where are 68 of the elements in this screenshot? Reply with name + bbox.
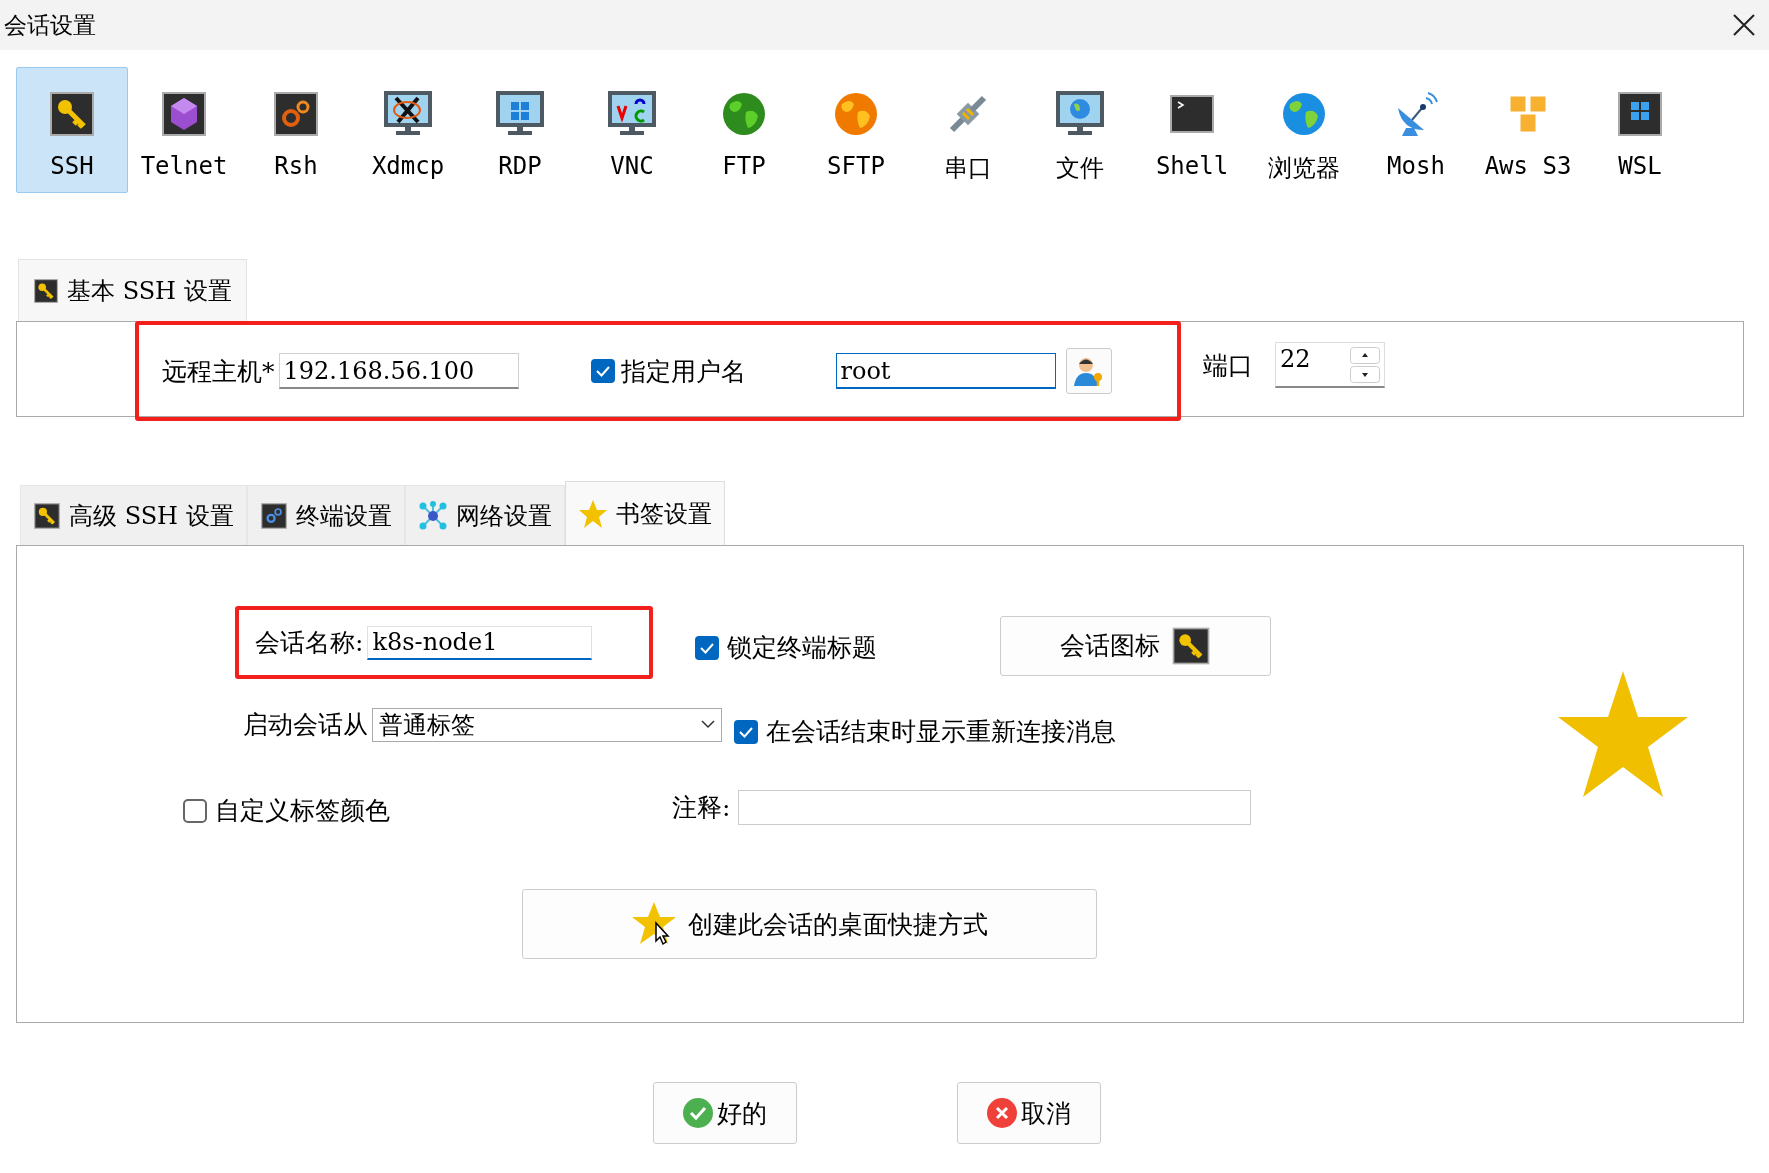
protocol-button[interactable]: RDP [464, 67, 576, 193]
session-icon-button[interactable]: 会话图标 [1000, 615, 1271, 676]
monitor-icon [384, 90, 432, 138]
protocol-button[interactable]: Rsh [240, 67, 352, 193]
globe-icon [1280, 90, 1328, 138]
protocol-button[interactable]: 串口 [912, 67, 1024, 193]
reconnect-message-label: 在会话结束时显示重新连接消息 [766, 716, 1116, 748]
protocol-button[interactable]: Xdmcp [352, 67, 464, 193]
settings-tab[interactable]: 高级 SSH 设置 [20, 485, 247, 545]
key-icon [33, 277, 59, 304]
globe-icon [720, 90, 768, 138]
desktop-shortcut-button[interactable]: 创建此会话的桌面快捷方式 [522, 889, 1097, 959]
port-spinner[interactable]: 22 [1275, 342, 1385, 388]
gears-icon [272, 90, 320, 138]
start-from-label: 启动会话从 [243, 709, 368, 741]
close-circle-icon [987, 1098, 1017, 1128]
protocol-button[interactable]: VNC [576, 67, 688, 193]
user-picker-button[interactable] [1065, 348, 1112, 394]
key-icon [48, 90, 96, 138]
settings-tab[interactable]: 网络设置 [404, 485, 565, 545]
network-icon [417, 500, 448, 531]
gem-icon [160, 90, 208, 138]
session-name-label: 会话名称: [255, 627, 364, 659]
comment-field[interactable] [738, 790, 1252, 825]
remote-host-field[interactable]: 192.168.56.100 [278, 353, 519, 389]
protocol-button[interactable]: 文件 [1024, 67, 1136, 193]
star-icon [577, 498, 608, 529]
monitor-globe-icon [1056, 90, 1104, 138]
custom-color-label: 自定义标签颜色 [215, 795, 390, 827]
username-field[interactable]: root [835, 353, 1056, 389]
protocol-button[interactable]: SSH [16, 67, 128, 193]
section-tab[interactable]: 基本 SSH 设置 [18, 259, 247, 321]
start-from-dropdown[interactable]: 普通标签 [372, 707, 722, 742]
key-icon [33, 501, 61, 530]
checkbox[interactable] [183, 798, 207, 823]
gears-icon [259, 501, 288, 530]
remote-host-label: 远程主机* [162, 355, 275, 388]
chevron-down-icon [701, 720, 715, 729]
windows-icon [1616, 90, 1664, 138]
close-icon[interactable] [1733, 14, 1755, 36]
port-label: 端口 [1203, 349, 1253, 382]
lock-title-label: 锁定终端标题 [727, 632, 877, 664]
protocol-button[interactable]: Aws S3 [1472, 67, 1584, 193]
checkbox[interactable] [734, 719, 758, 744]
protocol-button[interactable]: FTP [688, 67, 800, 193]
star-icon [1558, 671, 1688, 797]
protocol-button[interactable]: 浏览器 [1248, 67, 1360, 193]
star-cursor-icon [631, 901, 678, 947]
globe-icon [832, 90, 880, 138]
settings-tab[interactable]: 终端设置 [246, 485, 405, 545]
settings-tab[interactable]: 书签设置 [564, 481, 725, 545]
monitor-icon [608, 90, 656, 138]
protocol-button[interactable]: SFTP [800, 67, 912, 193]
protocol-button[interactable]: WSL [1584, 67, 1696, 193]
checkbox[interactable] [695, 635, 719, 660]
protocol-button[interactable]: Telnet [128, 67, 240, 193]
cancel-button[interactable]: 取消 [957, 1082, 1101, 1144]
session-name-field[interactable]: k8s-node1 [367, 625, 593, 660]
comment-label: 注释: [672, 792, 731, 824]
protocol-button[interactable]: Mosh [1360, 67, 1472, 193]
check-circle-icon [683, 1098, 713, 1128]
ok-button[interactable]: 好的 [653, 1082, 797, 1144]
window-title: 会话设置 [4, 10, 96, 40]
specify-username-label: 指定用户名 [620, 355, 746, 388]
protocol-button[interactable]: Shell [1136, 67, 1248, 193]
checkbox[interactable] [590, 359, 615, 383]
monitor-icon [496, 90, 544, 138]
user-key-icon [1072, 355, 1105, 387]
